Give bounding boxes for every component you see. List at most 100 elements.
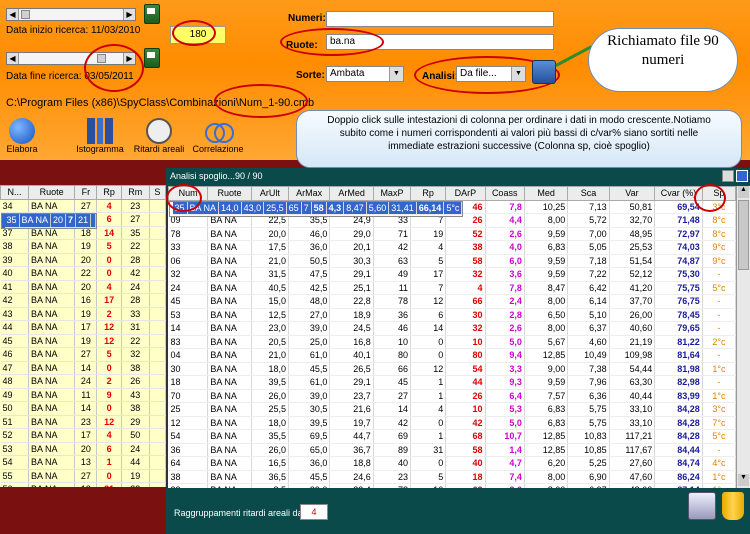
table-row[interactable]: 54 BA NA 13 1 44 xyxy=(0,455,166,470)
data-inizio-slider[interactable]: ◀ ▶ xyxy=(6,8,136,21)
table-row[interactable]: 83 BA NA 20,5 25,0 16,8 10 0 10 5,0 5,67 4,60 21,19… xyxy=(168,335,736,349)
main-header-1[interactable]: Ruote xyxy=(207,186,252,201)
table-row[interactable]: 44 BA NA 17 12 31 xyxy=(0,320,166,335)
slider-left-arrow-icon[interactable]: ◀ xyxy=(7,9,19,20)
numeri-input[interactable] xyxy=(326,11,554,27)
table-row[interactable]: 35 BA NA 14,0 43,0 25,5 65 7 58 4,3 8,47 5,60 31,41… xyxy=(168,200,464,217)
table-row[interactable]: 18 BA NA 39,5 61,0 29,1 45 1 44 9,3 9,59 7,96 63,30… xyxy=(168,375,736,390)
sorte-select[interactable]: Ambata ▼ xyxy=(326,66,404,82)
main-header-5[interactable]: MaxP xyxy=(372,186,412,201)
table-cell: 14 xyxy=(74,361,98,375)
table-cell: 19 xyxy=(74,239,98,254)
table-row[interactable]: 39 BA NA 20 0 28 xyxy=(0,253,166,267)
maximize-icon[interactable] xyxy=(736,170,748,182)
table-row[interactable]: 54 BA NA 35,5 69,5 44,7 69 1 68 10,7 12,85 10,83 11… xyxy=(168,429,736,444)
table-row[interactable]: 50 BA NA 14 0 38 xyxy=(0,401,166,416)
vertical-scrollbar[interactable]: ▲ ▼ xyxy=(736,186,750,488)
left-header-3[interactable]: Rp xyxy=(96,185,122,200)
trash-icon[interactable] xyxy=(722,492,744,520)
table-cell xyxy=(149,455,166,470)
slider-thumb[interactable] xyxy=(21,10,30,19)
table-row[interactable]: 30 BA NA 18,0 45,5 26,5 66 12 54 3,3 9,00 7,38 54,4… xyxy=(168,362,736,376)
table-row[interactable]: 04 BA NA 21,0 61,0 40,1 80 0 80 9,4 12,85 10,49 109… xyxy=(168,348,736,363)
table-row[interactable]: 12 BA NA 18,0 39,5 19,7 42 0 42 5,0 6,83 5,75 33,10… xyxy=(168,416,736,430)
table-cell: 19 xyxy=(74,334,98,348)
table-row[interactable]: 32 BA NA 31,5 47,5 29,1 49 17 32 3,6 9,59 7,22 52,1… xyxy=(168,267,736,282)
main-header-2[interactable]: ArUlt xyxy=(250,186,290,201)
table-row[interactable]: 25 BA NA 25,5 30,5 21,6 14 4 10 5,3 6,83 5,75 33,10… xyxy=(168,402,736,417)
table-row[interactable]: 47 BA NA 14 0 38 xyxy=(0,361,166,375)
main-header-10[interactable]: Sca xyxy=(567,186,610,201)
table-row[interactable]: 53 BA NA 12,5 27,0 18,9 36 6 30 2,8 6,50 5,10 26,00… xyxy=(168,308,736,322)
table-row[interactable]: 33 BA NA 17,5 36,0 20,1 42 4 38 4,0 6,83 5,05 25,53… xyxy=(168,240,736,255)
table-row[interactable]: 34 BA NA 27 4 23 xyxy=(0,199,166,213)
main-header-6[interactable]: Rp xyxy=(410,186,447,201)
chevron-down-icon[interactable]: ▼ xyxy=(389,67,403,81)
table-row[interactable]: 78 BA NA 20,0 46,0 29,0 71 19 52 2,6 9,59 7,00 48,9… xyxy=(168,227,736,241)
table-row[interactable]: 56BA NA133132 xyxy=(0,482,166,487)
database-icon[interactable] xyxy=(144,4,160,24)
table-cell: 20 xyxy=(74,442,98,456)
left-header-0[interactable]: N... xyxy=(0,185,29,200)
main-header-8[interactable]: Coass xyxy=(484,186,525,201)
main-table[interactable]: Num Ruote ArUlt ArMax ArMed MaxP Rp DArP Coass Me… xyxy=(168,186,736,488)
table-row[interactable]: 64 BA NA 16,5 36,0 18,8 40 0 40 4,7 6,20 5,25 27,60… xyxy=(168,456,736,471)
scroll-thumb[interactable] xyxy=(738,200,749,270)
main-header-9[interactable]: Med xyxy=(523,186,569,201)
ritardi-areali-button[interactable]: Ritardi areali xyxy=(132,118,186,154)
table-row[interactable]: 38 BA NA 36,5 45,5 24,6 23 5 18 7,4 8,00 6,90 47,60… xyxy=(168,470,736,484)
main-header-4[interactable]: ArMed xyxy=(329,186,374,201)
table-row[interactable]: 70 BA NA 26,0 39,0 23,7 27 1 26 6,4 7,57 6,36 40,44… xyxy=(168,389,736,403)
table-row[interactable]: 35 BA NA 20 7 21 xyxy=(0,213,98,229)
database-icon[interactable] xyxy=(144,48,160,68)
main-header-11[interactable]: Var xyxy=(608,186,656,201)
table-cell: 51 xyxy=(0,415,29,429)
table-row[interactable]: 42 BA NA 16 17 28 xyxy=(0,293,166,308)
table-row[interactable]: 06 BA NA 21,0 50,5 30,3 63 5 58 6,0 9,59 7,18 51,54… xyxy=(168,254,736,268)
left-header-5[interactable]: S xyxy=(148,185,166,200)
table-row[interactable]: 14 BA NA 23,0 39,0 24,5 46 14 32 2,6 8,00 6,37 40,6… xyxy=(168,321,736,336)
table-row[interactable]: 46 BA NA 27 5 32 xyxy=(0,347,166,362)
correlazione-button[interactable]: Correlazione xyxy=(190,118,246,154)
table-row[interactable]: 45 BA NA 15,0 48,0 22,8 78 12 66 2,4 8,00 6,14 37,7… xyxy=(168,294,736,309)
table-cell: 6,14 xyxy=(567,294,610,309)
table-row[interactable]: 41 BA NA 20 4 24 xyxy=(0,280,166,294)
table-cell xyxy=(149,401,166,416)
left-header-4[interactable]: Rm xyxy=(120,185,150,200)
table-row[interactable]: 52 BA NA 17 4 50 xyxy=(0,428,166,443)
table-row[interactable]: 40 BA NA 22 0 42 xyxy=(0,266,166,281)
left-header-1[interactable]: Ruote xyxy=(27,185,76,200)
table-cell: 3,3 xyxy=(485,362,525,376)
main-header-7[interactable]: DArP xyxy=(445,186,486,201)
table-cell: BA NA xyxy=(207,348,252,363)
table-cell: 36,0 xyxy=(288,240,331,255)
scroll-down-icon[interactable]: ▼ xyxy=(738,474,749,486)
istogramma-button[interactable]: Istogramma xyxy=(70,118,130,154)
table-row[interactable]: 38 BA NA 19 5 22 xyxy=(0,239,166,254)
slider-left-arrow-icon[interactable]: ◀ xyxy=(7,53,19,64)
table-cell: 30,3 xyxy=(329,254,374,268)
table-row[interactable]: 55 BA NA 27 0 19 xyxy=(0,469,166,483)
raggruppamenti-input[interactable]: 4 xyxy=(300,504,328,520)
minimize-icon[interactable] xyxy=(722,170,734,182)
left-header-2[interactable]: Fr xyxy=(74,185,98,200)
table-row[interactable]: 49 BA NA 11 9 43 xyxy=(0,388,166,402)
table-row[interactable]: 53 BA NA 20 6 24 xyxy=(0,442,166,456)
open-file-icon[interactable] xyxy=(532,60,556,84)
scroll-up-icon[interactable]: ▲ xyxy=(738,186,749,198)
table-row[interactable]: 43 BA NA 19 2 33 xyxy=(0,307,166,321)
elabora-button[interactable]: Elabora xyxy=(4,118,40,154)
left-table[interactable]: N... Ruote Fr Rp Rm S 34 BA NA 27 4 23 35 BA NA 20 7 2… xyxy=(0,185,166,487)
table-cell: 4 xyxy=(410,240,447,255)
table-row[interactable]: 48 BA NA 24 2 26 xyxy=(0,374,166,389)
table-row[interactable]: 36 BA NA 26,0 65,0 36,7 89 31 58 1,4 12,85 10,85 11… xyxy=(168,443,736,457)
main-header-3[interactable]: ArMax xyxy=(287,186,331,201)
table-row[interactable]: 51 BA NA 23 12 29 xyxy=(0,415,166,429)
table-cell xyxy=(149,415,166,429)
table-row[interactable]: 24 BA NA 40,5 42,5 25,1 11 7 4 7,8 8,47 6,42 41,20 7… xyxy=(168,281,736,295)
table-cell: 8,47 xyxy=(524,281,569,295)
export-html-icon[interactable] xyxy=(688,492,716,520)
table-row[interactable]: 45 BA NA 19 12 22 xyxy=(0,334,166,348)
table-cell: 43 xyxy=(0,307,29,321)
slider-right-arrow-icon[interactable]: ▶ xyxy=(123,9,135,20)
